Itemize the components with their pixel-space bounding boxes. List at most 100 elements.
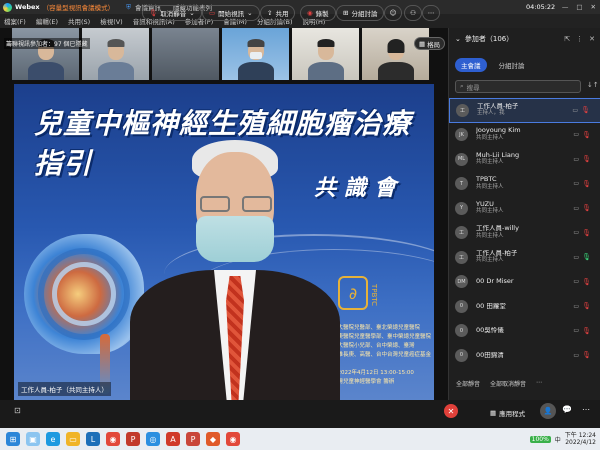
- menu-share[interactable]: 共用(S): [68, 16, 90, 26]
- chat-icon[interactable]: 💬: [562, 405, 572, 414]
- video-tile[interactable]: [82, 28, 149, 80]
- microphone-muted-icon[interactable]: 🎙: [582, 204, 591, 212]
- grid-icon: ▦: [419, 39, 426, 48]
- chrome-browser-icon[interactable]: ◉: [106, 432, 120, 446]
- video-icon[interactable]: ▭: [573, 303, 579, 310]
- microphone-muted-icon[interactable]: 🎙: [582, 278, 591, 286]
- file-explorer-icon[interactable]: ▭: [66, 432, 80, 446]
- video-icon[interactable]: ▭: [573, 352, 579, 359]
- tab-breakout[interactable]: 分組討論: [493, 58, 531, 72]
- participant-row[interactable]: 工工作人員-willy 共同主持人 ▭ 🎙: [449, 221, 600, 246]
- close-icon[interactable]: ✕: [589, 35, 595, 43]
- video-tile[interactable]: [292, 28, 359, 80]
- participant-search-input[interactable]: ⌕ 搜尋: [455, 80, 581, 93]
- video-icon[interactable]: ▭: [572, 107, 578, 114]
- powerpoint-icon[interactable]: P: [126, 432, 140, 446]
- participants-icon[interactable]: 👤: [540, 403, 556, 419]
- video-tile[interactable]: [152, 28, 219, 80]
- avatar: 工: [455, 226, 468, 240]
- apps-button[interactable]: ▦ 應用程式: [490, 408, 525, 418]
- more-button[interactable]: ⋯: [422, 5, 440, 21]
- video-icon[interactable]: ▭: [573, 229, 579, 236]
- unmute-button[interactable]: 🎙 取消靜音 ⌄: [142, 5, 202, 21]
- more-options-icon[interactable]: ⋮: [576, 35, 583, 43]
- more-options-icon[interactable]: ⋯: [533, 378, 545, 392]
- record-button[interactable]: ◉ 錄製: [300, 5, 336, 21]
- microphone-muted-icon[interactable]: 🎙: [582, 327, 591, 335]
- participant-row[interactable]: T TPBTC 共同主持人 ▭ 🎙: [449, 172, 600, 197]
- record-label: 錄製: [315, 10, 329, 18]
- menu-view[interactable]: 檢視(V): [100, 16, 123, 26]
- share-button[interactable]: ⇪ 共用: [260, 5, 296, 21]
- reactions-button[interactable]: ☺: [384, 5, 402, 21]
- layout-icon[interactable]: ⊡: [14, 406, 21, 415]
- presenter-video: [120, 130, 350, 400]
- video-icon[interactable]: ▭: [573, 254, 579, 261]
- leave-meeting-button[interactable]: ✕: [444, 404, 458, 418]
- mute-all-button[interactable]: 全部靜音: [453, 378, 483, 392]
- microphone-muted-icon[interactable]: 🎙: [582, 351, 591, 359]
- video-icon[interactable]: ▭: [573, 278, 579, 285]
- unmute-all-button[interactable]: 全部取消靜音: [487, 378, 529, 392]
- microphone-muted-icon[interactable]: 🎙: [582, 155, 591, 163]
- participant-row[interactable]: ML Muh-Lii Liang 共同主持人 ▭ 🎙: [449, 147, 600, 172]
- maximize-button[interactable]: □: [576, 3, 582, 11]
- video-icon[interactable]: ▭: [573, 156, 579, 163]
- popout-icon[interactable]: ⇱: [564, 35, 570, 43]
- task-view-icon[interactable]: ▣: [26, 432, 40, 446]
- shield-icon[interactable]: ⛨: [126, 3, 131, 12]
- participant-row[interactable]: 0 00田錦清 ▭ 🎙: [449, 343, 600, 368]
- microphone-muted-icon[interactable]: 🎙: [582, 229, 591, 237]
- avatar: 工: [456, 103, 469, 117]
- chevron-down-icon[interactable]: ⌄: [455, 35, 461, 43]
- microphone-muted-icon[interactable]: 🎙: [582, 302, 591, 310]
- microphone-icon[interactable]: 🎙: [582, 253, 591, 261]
- taskbar-clock[interactable]: 下午 12:24 2022/4/12: [565, 432, 596, 446]
- edge-browser-icon[interactable]: e: [46, 432, 60, 446]
- sort-icon[interactable]: ↓↑: [587, 81, 599, 89]
- microphone-muted-icon[interactable]: 🎙: [582, 180, 591, 188]
- app-name: Webex: [15, 3, 40, 11]
- video-off-icon: ▭: [209, 9, 216, 17]
- close-button[interactable]: ✕: [591, 3, 596, 11]
- microphone-muted-icon[interactable]: 🎙: [581, 106, 590, 114]
- microphone-muted-icon[interactable]: 🎙: [582, 131, 591, 139]
- panel-header: ⌄ 參加者（106） ⇱ ⋮ ✕: [449, 28, 600, 50]
- video-icon[interactable]: ▭: [573, 180, 579, 187]
- video-tile[interactable]: [12, 28, 79, 80]
- participant-row[interactable]: 工工作人員-柏子 主持人，我 ▭ 🎙: [449, 98, 600, 123]
- webex-icon[interactable]: ◎: [146, 432, 160, 446]
- tab-main-meeting[interactable]: 主會議: [455, 58, 487, 72]
- more-options-icon[interactable]: ⋯: [582, 405, 590, 414]
- pdf-reader-icon[interactable]: A: [166, 432, 180, 446]
- participant-name: Jooyoung Kim: [476, 127, 521, 135]
- participant-row[interactable]: Y YUZU 共同主持人 ▭ 🎙: [449, 196, 600, 221]
- app-icon[interactable]: ◆: [206, 432, 220, 446]
- participant-row[interactable]: DM 00 Dr Miser ▭ 🎙: [449, 270, 600, 295]
- start-video-button[interactable]: ▭ 開始視訊 ⌄: [202, 5, 260, 21]
- participant-name: 工作人員-willy: [476, 225, 519, 233]
- app-icon[interactable]: L: [86, 432, 100, 446]
- battery-indicator[interactable]: 100%: [529, 435, 551, 443]
- input-method-indicator[interactable]: 中: [555, 435, 561, 444]
- participants-toggle-button[interactable]: ⚇: [404, 5, 422, 21]
- breakout-button[interactable]: ⊞ 分組討論: [336, 5, 385, 21]
- close-icon: ✕: [447, 406, 455, 416]
- participant-row[interactable]: 工工作人員-柏子 共同主持人 ▭ 🎙: [449, 245, 600, 270]
- video-icon[interactable]: ▭: [573, 205, 579, 212]
- layout-button[interactable]: ▦ 格局: [414, 37, 446, 50]
- participant-row[interactable]: JK Jooyoung Kim 共同主持人 ▭ 🎙: [449, 123, 600, 148]
- video-icon[interactable]: ▭: [573, 131, 579, 138]
- reaction-icon: ☺: [389, 9, 397, 17]
- minimize-button[interactable]: —: [562, 3, 569, 11]
- video-tile[interactable]: [222, 28, 289, 80]
- video-tile[interactable]: [362, 28, 429, 80]
- menu-edit[interactable]: 編輯(E): [36, 16, 58, 26]
- participant-row[interactable]: 0 00 田蘿堂 ▭ 🎙: [449, 294, 600, 319]
- powerpoint-icon[interactable]: P: [186, 432, 200, 446]
- participant-row[interactable]: 0 00吳怜儀 ▭ 🎙: [449, 319, 600, 344]
- menu-file[interactable]: 檔案(F): [4, 16, 26, 26]
- chrome-browser-icon[interactable]: ◉: [226, 432, 240, 446]
- video-icon[interactable]: ▭: [573, 327, 579, 334]
- windows-start-icon[interactable]: ⊞: [6, 432, 20, 446]
